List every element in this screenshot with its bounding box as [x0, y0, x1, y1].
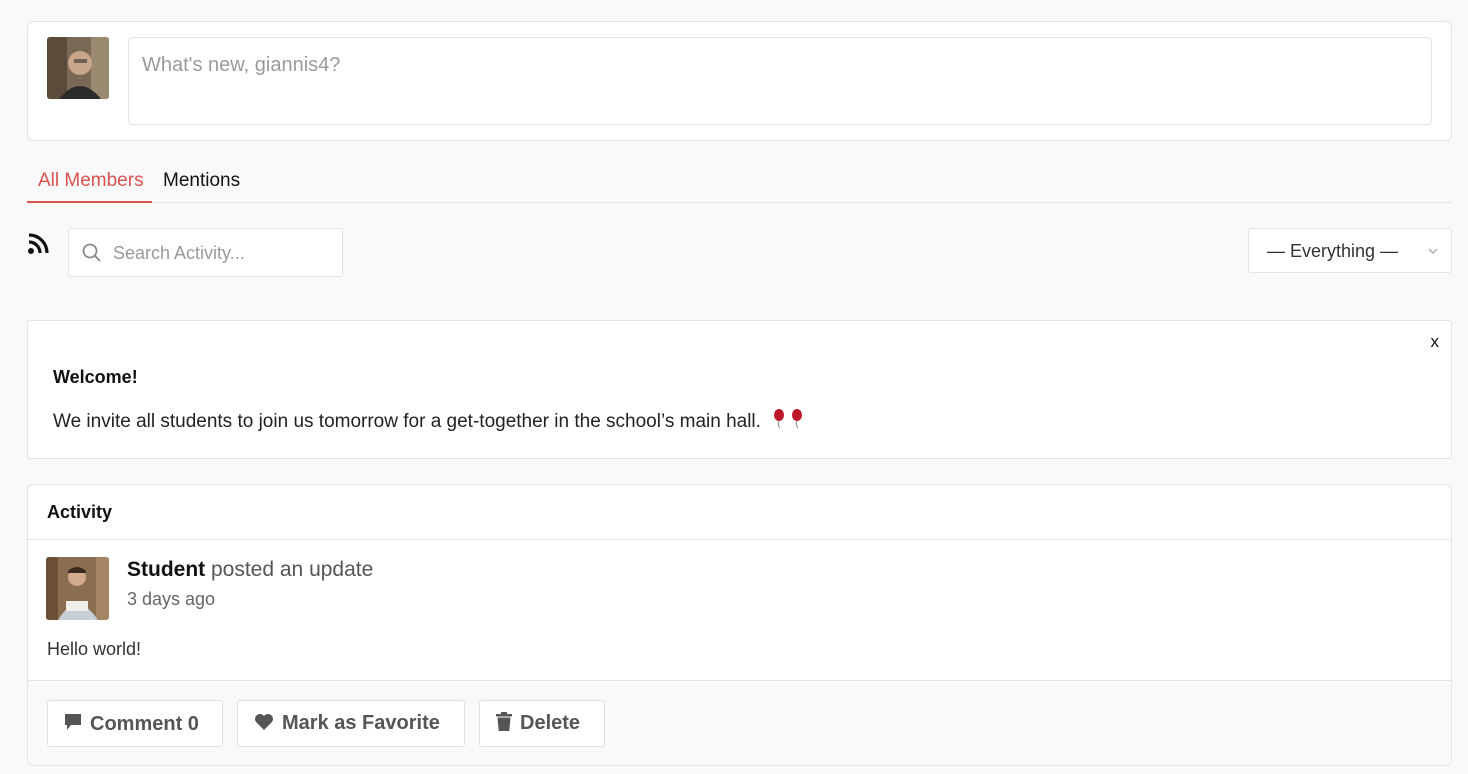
notice-text: We invite all students to join us tomorr… — [53, 411, 761, 432]
notice-body: We invite all students to join us tomorr… — [53, 409, 804, 435]
rss-icon[interactable] — [27, 233, 49, 255]
activity-heading: Activity — [47, 502, 113, 522]
author-link[interactable]: Student — [127, 558, 205, 581]
mark-favorite-label: Mark as Favorite — [282, 712, 440, 734]
activity-meta: Student posted an update — [127, 558, 373, 582]
close-notice-button[interactable]: x — [1431, 332, 1440, 352]
comment-button-label: Comment 0 — [90, 713, 199, 735]
delete-button[interactable]: Delete — [479, 700, 605, 747]
comment-button[interactable]: Comment 0 — [47, 700, 223, 747]
activity-content: Hello world! — [47, 639, 142, 659]
search-placeholder: Search Activity... — [113, 243, 245, 263]
trash-icon — [496, 712, 512, 731]
search-activity-input[interactable]: Search Activity... — [68, 228, 343, 277]
activity-timestamp[interactable]: 3 days ago — [127, 589, 215, 610]
tab-all-members[interactable]: All Members — [27, 170, 152, 203]
whats-new-input[interactable]: What's new, giannis4? — [128, 37, 1432, 125]
search-icon — [82, 243, 102, 263]
student-avatar-icon[interactable] — [46, 557, 109, 620]
activity-tabs: All Members Mentions — [27, 160, 1452, 203]
comment-icon — [65, 714, 81, 730]
activity-stream: Activity Student posted an update 3 days… — [27, 484, 1452, 766]
tab-mentions[interactable]: Mentions — [163, 170, 240, 203]
heart-icon — [255, 714, 273, 730]
activity-header: Activity — [28, 485, 1451, 540]
welcome-notice: x Welcome! We invite all students to joi… — [27, 320, 1452, 459]
post-composer: What's new, giannis4? — [27, 21, 1452, 141]
notice-title: Welcome! — [53, 367, 138, 387]
delete-button-label: Delete — [520, 712, 581, 734]
balloon-icon — [772, 409, 804, 435]
user-avatar-icon[interactable] — [47, 37, 109, 99]
chevron-down-icon — [1427, 244, 1439, 256]
filter-selected-value: — Everything — — [1267, 241, 1399, 261]
activity-filter-select[interactable]: — Everything — — [1248, 228, 1452, 273]
mark-favorite-button[interactable]: Mark as Favorite — [237, 700, 465, 747]
activity-action: posted an update — [205, 558, 374, 581]
activity-actions: Comment 0 Mark as Favorite Delete — [28, 680, 1451, 765]
whats-new-placeholder: What's new, giannis4? — [142, 54, 341, 76]
